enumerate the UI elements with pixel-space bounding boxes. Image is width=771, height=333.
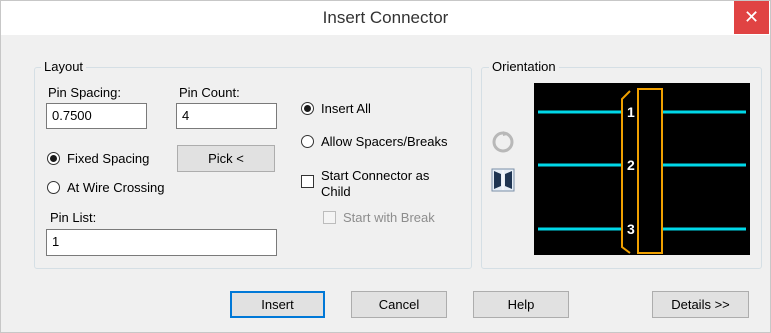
pin-count-label: Pin Count: (179, 85, 240, 100)
insert-all-radio[interactable] (301, 102, 314, 115)
start-as-child-label-line1: Start Connector as (321, 168, 430, 183)
allow-spacers-label: Allow Spacers/Breaks (321, 134, 448, 149)
close-button[interactable]: ✕ (734, 1, 769, 34)
pin-spacing-input[interactable]: 0.7500 (46, 103, 147, 129)
orientation-legend: Orientation (489, 59, 559, 75)
connector-preview-graphic: 1 2 3 (538, 88, 746, 254)
flip-icon[interactable] (491, 166, 515, 194)
help-button[interactable]: Help (473, 291, 569, 318)
fixed-spacing-radio[interactable] (47, 152, 60, 165)
start-as-child-checkbox[interactable] (301, 175, 314, 188)
details-button[interactable]: Details >> (652, 291, 749, 318)
insert-all-label: Insert All (321, 101, 371, 116)
pin-list-label: Pin List: (50, 210, 97, 225)
insert-button[interactable]: Insert (230, 291, 325, 318)
connector-body (637, 88, 663, 254)
at-wire-crossing-label: At Wire Crossing (67, 180, 165, 195)
pin-spacing-label: Pin Spacing: (48, 85, 121, 100)
cancel-button[interactable]: Cancel (351, 291, 447, 318)
pin-count-input[interactable]: 4 (176, 103, 277, 129)
pin-label-3: 3 (627, 221, 635, 237)
allow-spacers-radio[interactable] (301, 135, 314, 148)
fixed-spacing-label: Fixed Spacing (67, 151, 150, 166)
pin-label-2: 2 (627, 157, 635, 173)
close-icon: ✕ (743, 7, 760, 27)
start-as-child-label-line2: Child (321, 184, 351, 199)
layout-legend: Layout (41, 59, 87, 75)
pin-list-input[interactable]: 1 (46, 229, 277, 256)
at-wire-crossing-radio[interactable] (47, 181, 60, 194)
start-with-break-checkbox[interactable] (323, 211, 336, 224)
title-bar: Insert Connector ✕ (1, 1, 770, 35)
pin-label-1: 1 (627, 104, 635, 120)
rotate-icon[interactable] (491, 127, 515, 155)
orientation-preview: 1 2 3 (534, 83, 750, 255)
dialog-title: Insert Connector (322, 8, 449, 27)
pick-button[interactable]: Pick < (177, 145, 275, 172)
start-with-break-label: Start with Break (343, 210, 435, 225)
insert-connector-dialog: Insert Connector ✕ Layout Pin Spacing: 0… (0, 0, 771, 333)
